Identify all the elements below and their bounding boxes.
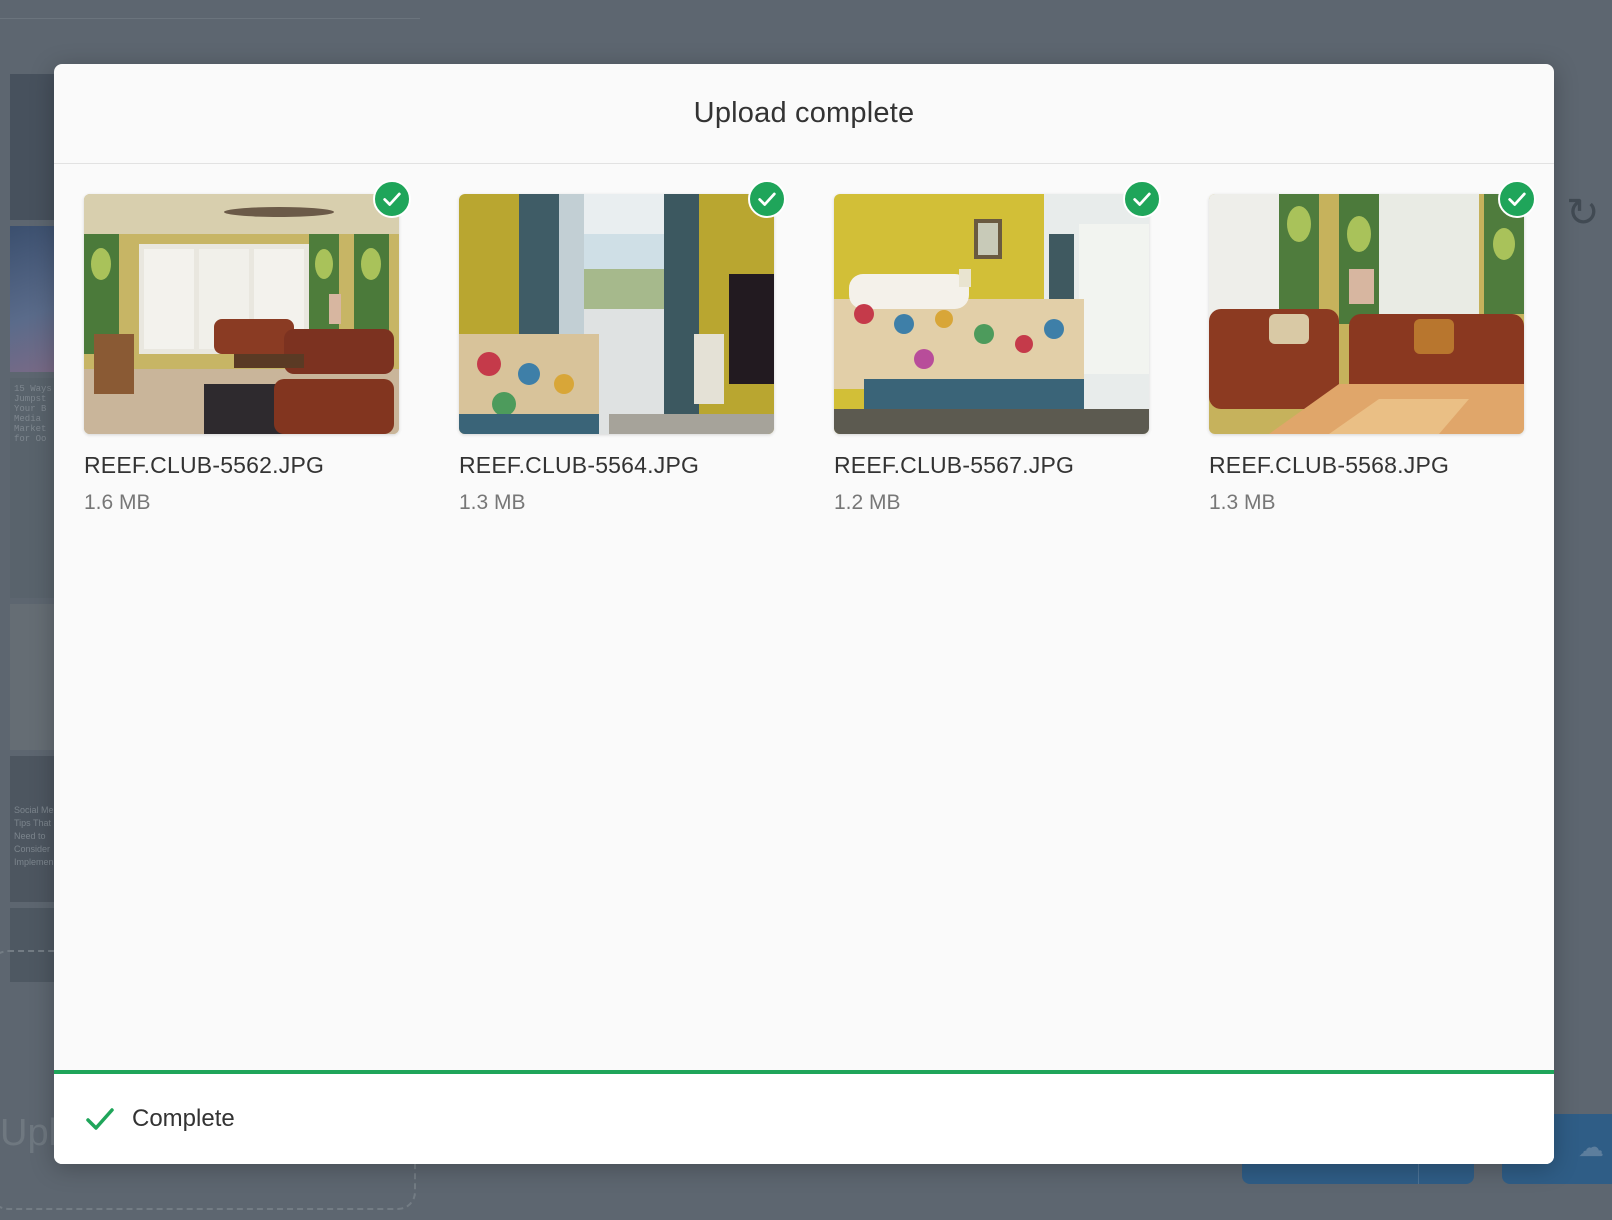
file-card[interactable]: REEF.CLUB-5562.JPG 1.6 MB [84,180,411,515]
file-size: 1.6 MB [84,491,151,514]
checkmark-icon [86,1108,114,1130]
file-card[interactable]: REEF.CLUB-5567.JPG 1.2 MB [834,180,1161,515]
file-name: REEF.CLUB-5562.JPG [84,452,325,478]
file-name: REEF.CLUB-5567.JPG [834,452,1075,478]
file-card[interactable]: REEF.CLUB-5564.JPG 1.3 MB [459,180,786,515]
background-thumbnail-text: 15 Ways Jumpst Your B Media Market for O… [10,378,56,598]
background-thumbnail [10,604,56,750]
living-room-sofa-photo[interactable] [1209,194,1524,434]
check-circle-icon [748,180,786,218]
upload-dialog: Upload complete REEF.CLUB-5562.JPG 1.6 M… [54,64,1554,1164]
background-thumbnail-text: Social Me Tips That Need to Consider Imp… [10,756,56,902]
bedroom-ocean-view-photo[interactable] [459,194,774,434]
file-name: REEF.CLUB-5568.JPG [1209,452,1450,478]
bedroom-photo[interactable] [834,194,1149,434]
background-divider [0,18,420,19]
file-card[interactable]: REEF.CLUB-5568.JPG 1.3 MB [1209,180,1536,515]
living-room-photo[interactable] [84,194,399,434]
dialog-title: Upload complete [693,97,915,129]
file-size: 1.3 MB [1209,491,1276,514]
file-name: REEF.CLUB-5564.JPG [459,452,700,478]
status-label: Complete [132,1105,235,1132]
check-circle-icon [1498,180,1536,218]
check-circle-icon [373,180,411,218]
background-thumbnail [10,226,56,372]
check-circle-icon [1123,180,1161,218]
file-grid: REEF.CLUB-5562.JPG 1.6 MB REEF.CLUB-5564… [84,180,1536,515]
file-size: 1.3 MB [459,491,526,514]
file-size: 1.2 MB [834,491,901,514]
dialog-header: Upload complete [54,64,1554,164]
background-thumbnail [10,74,56,220]
reload-icon: ↻ [1566,191,1600,235]
dialog-footer: Complete [54,1070,1554,1164]
cloud-download-icon: ☁ [1578,1132,1604,1162]
